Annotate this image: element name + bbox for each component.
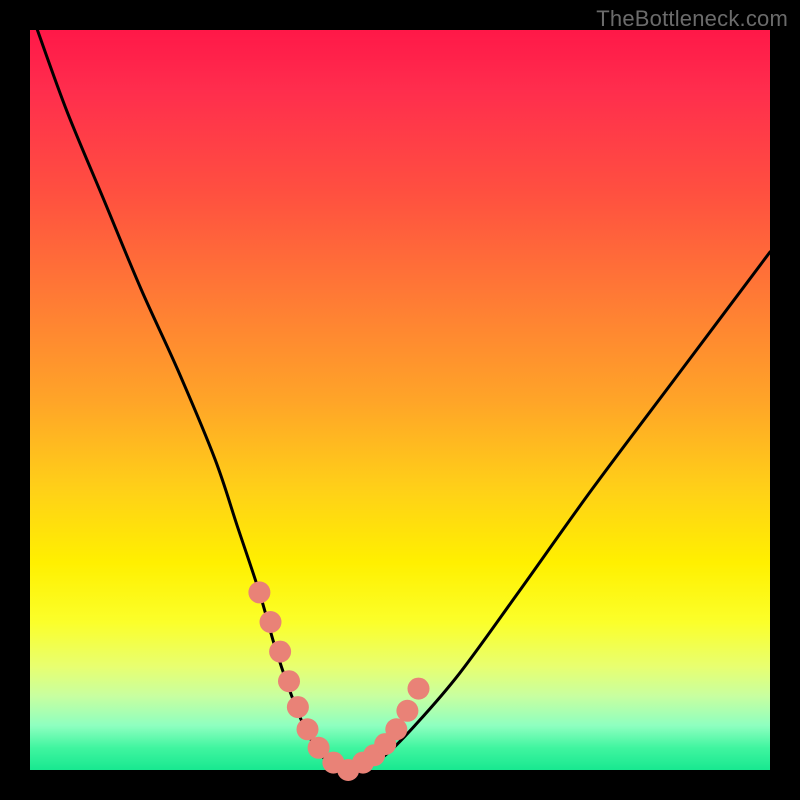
- marker-dot: [396, 700, 418, 722]
- chart-svg: [30, 30, 770, 770]
- marker-dot: [408, 678, 430, 700]
- marker-dot: [260, 611, 282, 633]
- marker-dot: [269, 641, 291, 663]
- chart-frame: TheBottleneck.com: [0, 0, 800, 800]
- marker-dot: [287, 696, 309, 718]
- marker-dot: [278, 670, 300, 692]
- marker-dot: [248, 581, 270, 603]
- marker-dot: [297, 718, 319, 740]
- marker-cluster: [248, 581, 429, 781]
- marker-dot: [385, 718, 407, 740]
- watermark-text: TheBottleneck.com: [596, 6, 788, 32]
- curve-line: [37, 30, 770, 770]
